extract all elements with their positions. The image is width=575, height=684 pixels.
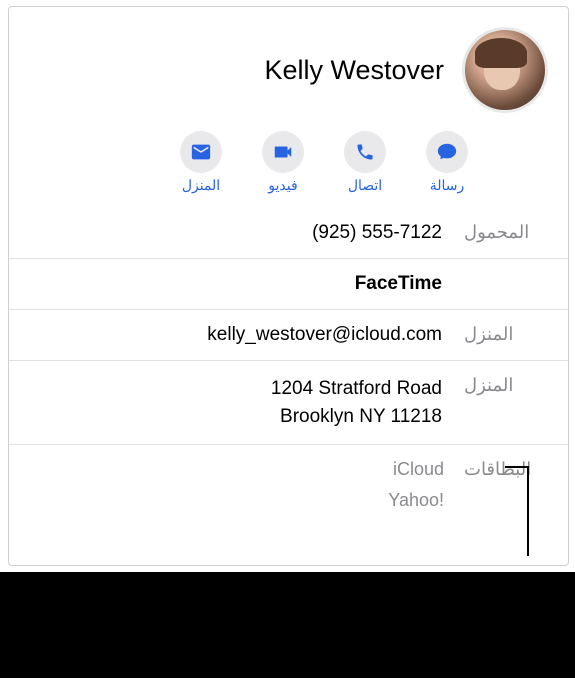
contact-header: Kelly Westover — [9, 7, 568, 123]
call-button[interactable]: اتصال — [344, 131, 386, 194]
mobile-value: (925) 555-7122 — [21, 222, 444, 244]
email-label: المنزل — [458, 324, 568, 345]
annotation-callout-line — [527, 466, 529, 556]
card-account-icloud[interactable]: iCloud — [388, 459, 444, 480]
email-row[interactable]: المنزل kelly_westover@icloud.com — [9, 310, 568, 361]
mobile-row[interactable]: المحمول (925) 555-7122 — [9, 208, 568, 259]
email-value: kelly_westover@icloud.com — [21, 324, 444, 346]
message-label: رسالة — [430, 177, 465, 194]
mail-label: المنزل — [182, 177, 220, 194]
card-account-yahoo[interactable]: Yahoo! — [388, 490, 444, 511]
avatar[interactable] — [462, 27, 548, 113]
mail-icon — [180, 131, 222, 173]
mail-button[interactable]: المنزل — [180, 131, 222, 194]
contact-name: Kelly Westover — [29, 55, 444, 86]
footer-region — [0, 572, 575, 678]
facetime-row[interactable]: FaceTime — [9, 259, 568, 310]
phone-icon — [344, 131, 386, 173]
address-row[interactable]: المنزل 1204 Stratford Road Brooklyn NY 1… — [9, 361, 568, 445]
video-icon — [262, 131, 304, 173]
address-label: المنزل — [458, 375, 568, 396]
message-button[interactable]: رسالة — [426, 131, 468, 194]
video-button[interactable]: فيديو — [262, 131, 304, 194]
call-label: اتصال — [348, 177, 382, 194]
contact-details: المحمول (925) 555-7122 FaceTime المنزل k… — [9, 208, 568, 525]
contact-card: Kelly Westover رسالة اتصال فيديو المنز — [8, 6, 569, 566]
video-label: فيديو — [268, 177, 297, 194]
action-bar: رسالة اتصال فيديو المنزل — [9, 123, 568, 208]
mobile-label: المحمول — [458, 222, 568, 243]
cards-label: البطاقات — [458, 459, 568, 480]
facetime-value: FaceTime — [21, 273, 444, 295]
address-value: 1204 Stratford Road Brooklyn NY 11218 — [21, 375, 444, 430]
cards-row: البطاقات iCloud Yahoo! — [9, 445, 568, 525]
cards-list: iCloud Yahoo! — [388, 459, 444, 511]
message-icon — [426, 131, 468, 173]
